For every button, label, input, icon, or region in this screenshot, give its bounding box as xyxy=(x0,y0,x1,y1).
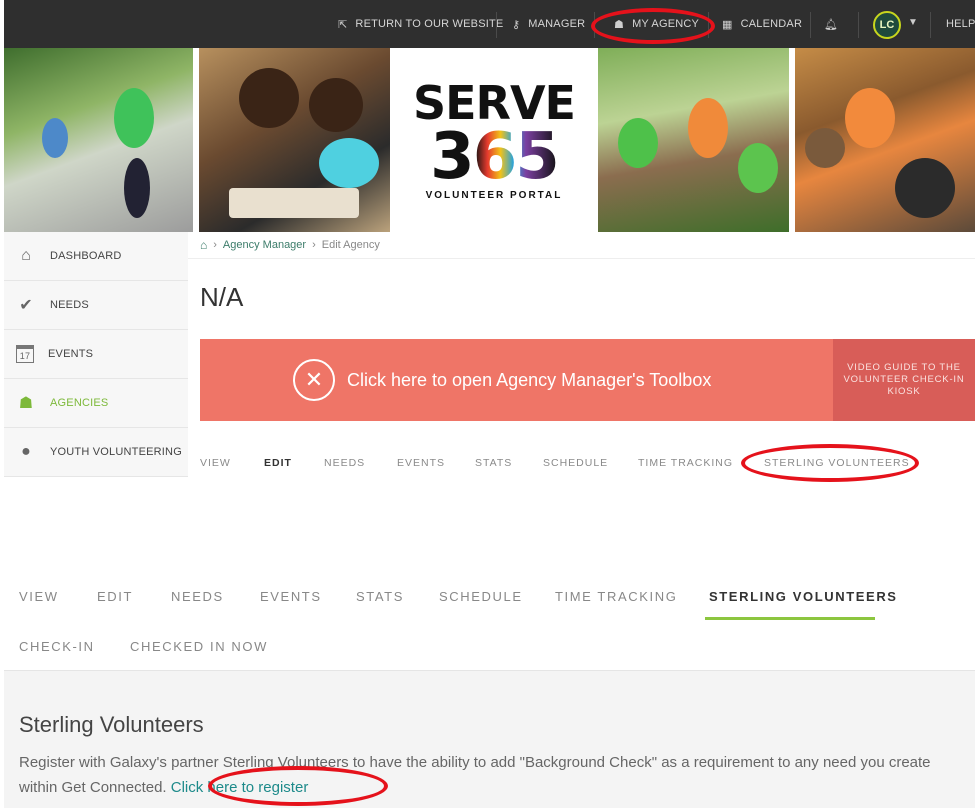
video-guide-button[interactable]: VIDEO GUIDE TO THE VOLUNTEER CHECK-IN KI… xyxy=(833,339,975,421)
tab-time-tracking[interactable]: TIME TRACKING xyxy=(555,589,677,604)
logo-serve-text: SERVE xyxy=(412,75,576,130)
breadcrumb-edit-agency: Edit Agency xyxy=(321,239,380,251)
tab-sterling-volunteers[interactable]: STERLING VOLUNTEERS xyxy=(764,457,910,469)
agency-icon: ☗ xyxy=(614,18,625,31)
person-icon: ● xyxy=(21,443,31,460)
sidebar-item-youth-volunteering[interactable]: ● YOUTH VOLUNTEERING xyxy=(4,428,188,477)
sidebar: ⌂ DASHBOARD ✔ NEEDS 17 EVENTS ☗ AGENCIES… xyxy=(4,232,188,477)
sidebar-item-needs[interactable]: ✔ NEEDS xyxy=(4,281,188,330)
my-agency-link[interactable]: ☗ MY AGENCY xyxy=(614,0,699,48)
breadcrumb-agency-manager[interactable]: Agency Manager xyxy=(223,239,306,251)
tab-view[interactable]: VIEW xyxy=(200,457,231,469)
banner-photo-classroom xyxy=(794,48,975,232)
avatar[interactable]: LC xyxy=(873,11,901,39)
tab-schedule[interactable]: SCHEDULE xyxy=(439,589,523,604)
nav-separator xyxy=(810,12,811,38)
section-description: Register with Galaxy's partner Sterling … xyxy=(19,750,959,800)
section-title: Sterling Volunteers xyxy=(19,712,204,737)
tab-needs[interactable]: NEEDS xyxy=(324,457,365,469)
agency-toolbox-button[interactable]: ✕ Click here to open Agency Manager's To… xyxy=(200,339,833,421)
external-link-icon: ⇱ xyxy=(338,18,348,31)
banner-photo-group-outdoors xyxy=(597,48,789,232)
breadcrumb-separator-icon: › xyxy=(312,239,316,251)
help-link[interactable]: HELP xyxy=(946,0,975,48)
tab-edit[interactable]: EDIT xyxy=(264,457,292,469)
toolbox-label: Click here to open Agency Manager's Tool… xyxy=(347,369,712,390)
header-banner: SERVE 365 VOLUNTEER PORTAL xyxy=(4,48,975,232)
home-icon: ⌂ xyxy=(21,247,31,264)
sidebar-item-label: DASHBOARD xyxy=(50,250,122,262)
sidebar-item-events[interactable]: 17 EVENTS xyxy=(4,330,188,379)
bell-icon: 🔔︎ xyxy=(824,18,839,31)
breadcrumb: ⌂ › Agency Manager › Edit Agency xyxy=(200,238,380,252)
calendar-icon: ▦ xyxy=(722,18,733,31)
logo-subtitle: VOLUNTEER PORTAL xyxy=(425,189,563,201)
tab-view[interactable]: VIEW xyxy=(19,589,59,604)
nav-separator xyxy=(496,12,497,38)
tab-schedule[interactable]: SCHEDULE xyxy=(543,457,608,469)
top-navigation-bar: ⇱ RETURN TO OUR WEBSITE ⚷ MANAGER ☗ MY A… xyxy=(4,0,975,48)
banner-photo-students-reading xyxy=(199,48,391,232)
manager-link[interactable]: ⚷ MANAGER xyxy=(512,0,585,48)
nav-separator xyxy=(708,12,709,38)
serve365-logo: SERVE 365 VOLUNTEER PORTAL xyxy=(396,48,592,232)
manager-label: MANAGER xyxy=(528,18,586,30)
calendar-label: CALENDAR xyxy=(740,18,803,30)
divider xyxy=(188,258,975,259)
nav-separator xyxy=(858,12,859,38)
calendar-link[interactable]: ▦ CALENDAR xyxy=(722,0,802,48)
agency-hand-icon: ☗ xyxy=(18,395,34,412)
tab-needs[interactable]: NEEDS xyxy=(171,589,224,604)
banner-photo-volunteers-outdoors xyxy=(4,48,194,232)
tab-stats[interactable]: STATS xyxy=(475,457,512,469)
tab-sterling-volunteers[interactable]: STERLING VOLUNTEERS xyxy=(709,589,898,604)
tab-stats[interactable]: STATS xyxy=(356,589,404,604)
key-icon: ⚷ xyxy=(512,18,521,31)
tab-edit[interactable]: EDIT xyxy=(97,589,133,604)
logo-number-text: 365 xyxy=(430,119,560,194)
return-to-website-label: RETURN TO OUR WEBSITE xyxy=(355,18,504,30)
notifications-button[interactable]: 🔔︎ xyxy=(824,0,838,48)
sidebar-item-label: EVENTS xyxy=(48,348,94,360)
tab-checked-in-now[interactable]: CHECKED IN NOW xyxy=(130,639,268,654)
page-title: N/A xyxy=(200,282,244,312)
calendar-day-icon: 17 xyxy=(16,345,34,363)
wrench-screwdriver-icon: ✕ xyxy=(293,359,335,401)
help-label: HELP xyxy=(946,18,975,30)
my-agency-label: MY AGENCY xyxy=(632,18,700,30)
nav-separator xyxy=(930,12,931,38)
sidebar-item-label: AGENCIES xyxy=(50,397,109,409)
nav-separator xyxy=(594,12,595,38)
active-tab-indicator xyxy=(705,617,875,620)
tab-check-in[interactable]: CHECK-IN xyxy=(19,639,95,654)
check-circle-icon: ✔ xyxy=(19,297,33,314)
sidebar-item-label: YOUTH VOLUNTEERING xyxy=(50,446,182,458)
register-link[interactable]: Click here to register xyxy=(171,779,309,796)
sidebar-item-label: NEEDS xyxy=(50,299,89,311)
chevron-down-icon[interactable]: ▼ xyxy=(908,17,918,28)
tab-time-tracking[interactable]: TIME TRACKING xyxy=(638,457,733,469)
breadcrumb-separator-icon: › xyxy=(213,239,217,251)
tab-events[interactable]: EVENTS xyxy=(260,589,322,604)
sidebar-item-dashboard[interactable]: ⌂ DASHBOARD xyxy=(4,232,188,281)
description-text: Register with Galaxy's partner Sterling … xyxy=(19,754,931,796)
home-icon[interactable]: ⌂ xyxy=(200,238,207,252)
sidebar-item-agencies[interactable]: ☗ AGENCIES xyxy=(4,379,188,428)
return-to-website-link[interactable]: ⇱ RETURN TO OUR WEBSITE xyxy=(338,0,503,48)
tab-events[interactable]: EVENTS xyxy=(397,457,445,469)
